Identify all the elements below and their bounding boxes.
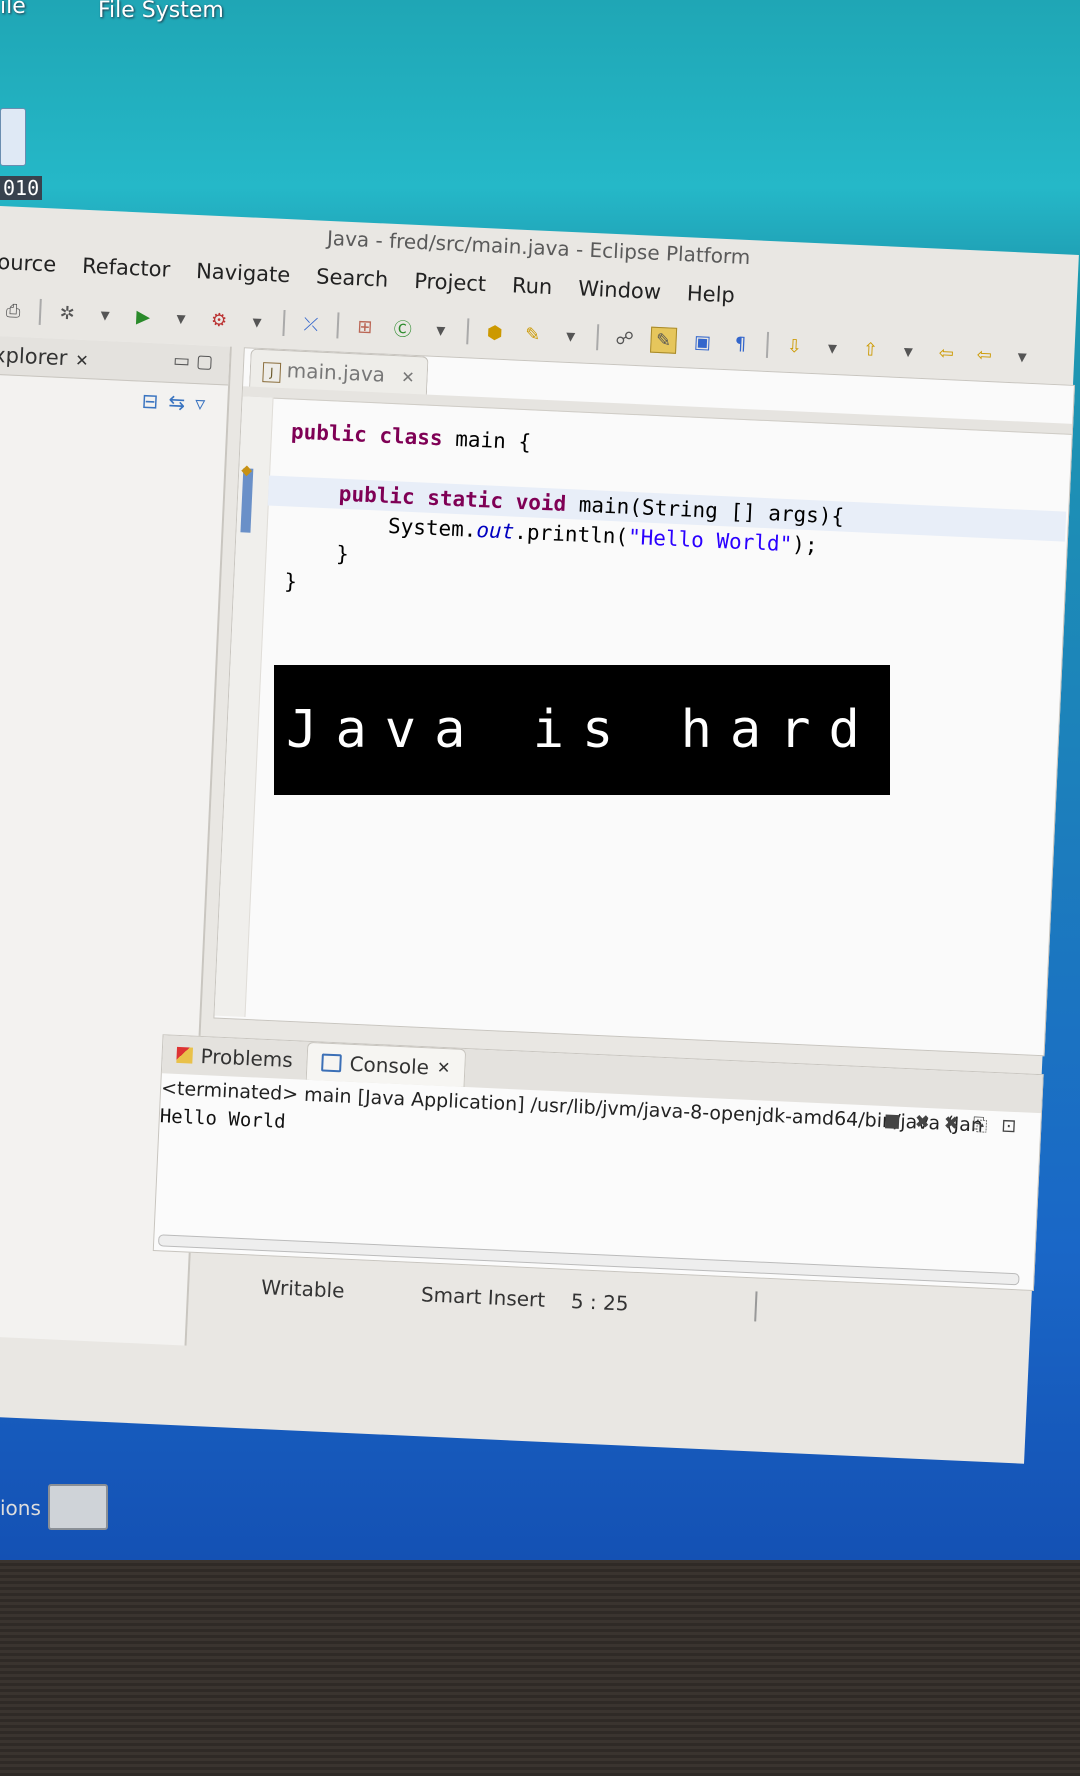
console-output[interactable]: Hello World — [159, 1105, 286, 1133]
code-text[interactable]: public class main { public static void m… — [284, 416, 848, 621]
collapse-link-icon[interactable]: ⊟⇆▿ — [141, 389, 216, 416]
java-file-icon: J — [262, 362, 282, 383]
taskbar-applications-label[interactable]: ions — [0, 1496, 41, 1520]
toolbar-separator — [596, 324, 600, 351]
open-type-icon[interactable]: ⬢ — [482, 320, 507, 345]
code-keyword: public class — [290, 419, 444, 451]
block-selection-icon[interactable]: ▣ — [690, 329, 715, 354]
status-separator — [754, 1291, 758, 1322]
file-system-label[interactable]: File System — [98, 0, 224, 23]
new-package-icon[interactable]: ⊞ — [352, 314, 377, 339]
next-annotation-icon[interactable]: ⇩ — [782, 334, 807, 359]
desktop-counter: 010 — [0, 176, 43, 200]
annotation-icon[interactable]: ☍ — [612, 326, 637, 351]
menu-refactor[interactable]: Refactor — [81, 246, 171, 290]
back-icon[interactable]: ⇦ — [972, 342, 997, 367]
chevron-down-icon[interactable]: ▾ — [820, 335, 845, 360]
console-panel: Problems Console ✕ <terminated> main [Ja… — [152, 1034, 1044, 1292]
last-edit-location-icon[interactable]: ⇦ — [934, 341, 959, 366]
close-icon[interactable]: ✕ — [436, 1048, 451, 1087]
toolbar-separator — [336, 312, 340, 339]
override-marker-icon[interactable]: ◆ — [241, 462, 252, 478]
search-icon[interactable]: ✎ — [520, 322, 545, 347]
remove-all-launches-icon[interactable]: ✖ — [943, 1113, 973, 1135]
close-icon[interactable]: ✕ — [401, 367, 415, 387]
chevron-down-icon[interactable]: ▾ — [428, 318, 453, 343]
minimize-maximize-icon[interactable]: ▭▢ — [173, 350, 220, 373]
chevron-down-icon[interactable]: ▾ — [896, 339, 921, 364]
menu-project[interactable]: Project — [413, 261, 487, 304]
status-insert-mode: Smart Insert — [420, 1282, 546, 1312]
chevron-down-icon[interactable]: ▾ — [93, 302, 118, 327]
taskbar-window-button[interactable] — [48, 1484, 108, 1530]
desktop-file-icon[interactable] — [0, 108, 26, 166]
run-icon[interactable]: ▶ — [131, 304, 156, 329]
tab-console[interactable]: Console ✕ — [305, 1041, 467, 1087]
tab-console-label: Console — [349, 1051, 430, 1079]
toolbar-separator — [466, 318, 470, 345]
chevron-down-icon[interactable]: ▾ — [244, 309, 269, 334]
code-fragment: .println( — [513, 519, 629, 549]
menu-source[interactable]: ource — [0, 242, 57, 285]
terminate-icon[interactable]: ■ — [883, 1110, 915, 1132]
chevron-down-icon[interactable]: ▾ — [558, 323, 583, 348]
status-writable: Writable — [260, 1274, 346, 1303]
show-whitespace-icon[interactable]: ¶ — [728, 331, 753, 356]
external-tools-icon[interactable]: ⚙ — [207, 308, 232, 333]
caption-overlay: Java is hard — [274, 665, 890, 795]
toolbar-separator — [38, 298, 42, 325]
code-fragment: } — [283, 569, 298, 594]
caption-text: Java is hard — [286, 700, 878, 760]
new-class-icon[interactable]: Ⓒ — [390, 316, 415, 341]
menu-help[interactable]: Help — [686, 273, 736, 315]
code-fragment: ); — [791, 532, 819, 558]
clear-console-icon[interactable]: ⎘ — [972, 1114, 1001, 1136]
menu-run[interactable]: Run — [511, 265, 553, 307]
desktop-corner-label: ile — [0, 0, 26, 19]
toolbar-separator — [765, 331, 770, 358]
code-fragment: } — [335, 541, 350, 567]
code-string: "Hello World" — [627, 524, 793, 557]
scroll-lock-icon[interactable]: ⊡ — [1001, 1115, 1031, 1137]
code-fragment: System. — [387, 513, 478, 542]
eclipse-window: Java - fred/src/main.java - Eclipse Plat… — [0, 206, 1079, 1464]
code-field: out — [475, 517, 515, 544]
menu-search[interactable]: Search — [315, 256, 389, 299]
problems-icon — [176, 1046, 194, 1064]
tab-problems[interactable]: Problems — [162, 1035, 308, 1080]
console-icon — [321, 1052, 343, 1072]
menu-navigate[interactable]: Navigate — [195, 251, 291, 295]
menu-window[interactable]: Window — [577, 268, 662, 312]
previous-annotation-icon[interactable]: ⇧ — [858, 337, 883, 362]
debug-icon[interactable]: ✲ — [55, 301, 80, 326]
console-actions: ■✖✖⎘⊡ — [883, 1110, 1031, 1138]
code-keyword: public static void — [338, 481, 567, 516]
chevron-down-icon[interactable]: ▾ — [169, 306, 194, 331]
close-icon[interactable]: ✕ — [75, 351, 89, 371]
remove-launch-icon[interactable]: ✖ — [914, 1111, 944, 1133]
mark-occurrences-icon[interactable]: ✎ — [650, 326, 678, 354]
chevron-down-icon[interactable]: ▾ — [1010, 344, 1035, 369]
print-icon[interactable]: ⎙ — [1, 298, 26, 323]
skip-breakpoints-icon[interactable]: ⤫ — [298, 312, 323, 337]
tab-problems-label: Problems — [200, 1043, 294, 1073]
status-cursor-position: 5 : 25 — [570, 1289, 630, 1316]
explorer-title: xplorer — [0, 342, 68, 371]
code-fragment: main { — [442, 426, 532, 455]
editor-tab-label: main.java — [286, 358, 386, 387]
toolbar-separator — [282, 309, 286, 337]
monitor-bezel — [0, 1560, 1080, 1776]
